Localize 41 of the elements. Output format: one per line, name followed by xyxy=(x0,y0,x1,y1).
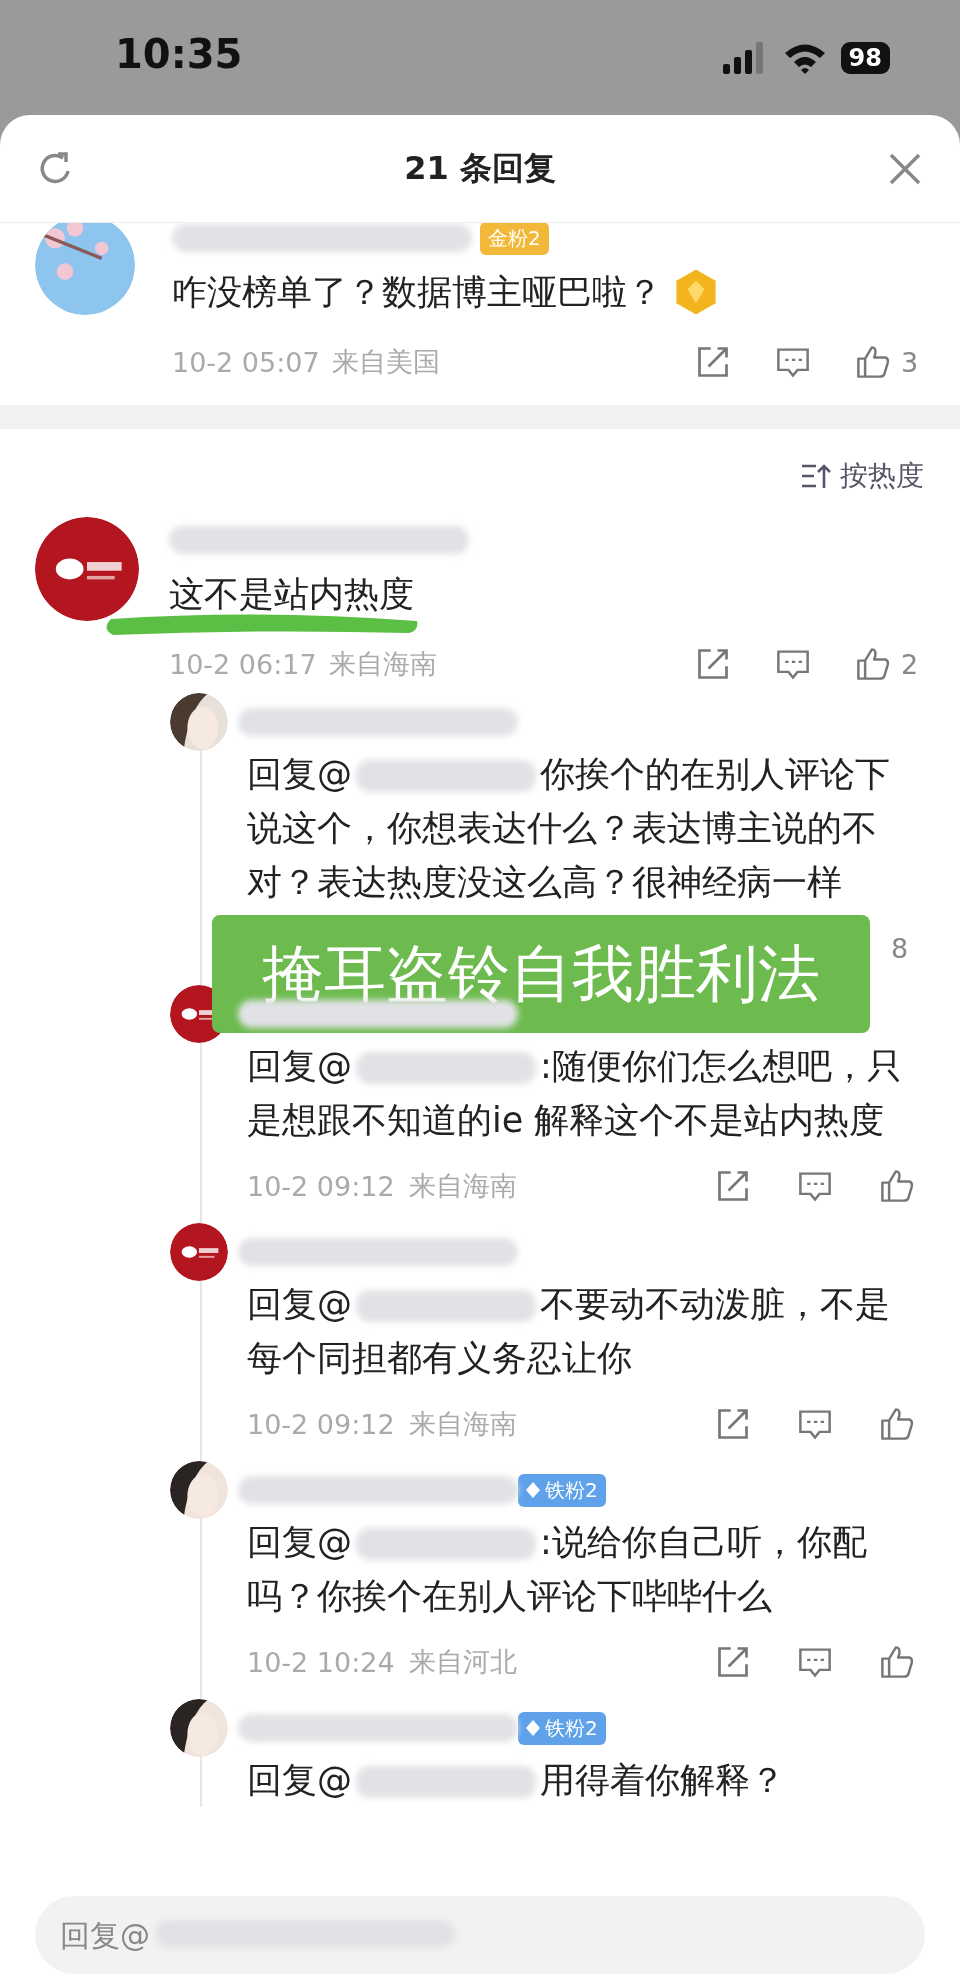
sheet-title: 21 条回复 xyxy=(404,147,556,189)
reply-text: 回复@ 不要动不动泼脏，不是每个同担都有义务忍让你 xyxy=(247,1283,891,1380)
comment-text: 这不是站内热度 xyxy=(169,572,414,616)
fan-badge: 铁粉2 xyxy=(518,1711,606,1745)
comment-location: 来自美国 xyxy=(331,345,440,379)
like-count: 8 xyxy=(891,932,910,964)
like-icon[interactable] xyxy=(879,1644,915,1680)
reply-text: 回复@ 你挨个的在别人评论下说这个，你想表达什么？表达博主说的不对？表达热度没这么高？很神经病一样 xyxy=(247,753,891,904)
status-time: 10:35 xyxy=(115,30,243,77)
comment-time: 10-2 09:12 xyxy=(247,1408,395,1440)
sort-button[interactable]: 按热度 xyxy=(800,457,924,495)
share-icon[interactable] xyxy=(695,646,731,682)
comment-location: 来自海南 xyxy=(408,1169,517,1203)
sort-icon xyxy=(800,462,832,490)
comment-location: 来自海南 xyxy=(408,1407,517,1441)
like-count: 3 xyxy=(901,346,920,378)
comment-time: 10-2 09:12 xyxy=(247,1170,395,1202)
like-icon[interactable] xyxy=(879,1406,915,1442)
fan-badge: 金粉2 xyxy=(480,223,549,255)
battery-icon: 98 xyxy=(840,41,890,74)
comment-location: 来自海南 xyxy=(328,647,437,681)
share-icon[interactable] xyxy=(715,1168,751,1204)
caption-banner: 掩耳盗铃自我胜利法 xyxy=(212,915,870,1033)
share-icon[interactable] xyxy=(715,1406,751,1442)
like-count: 2 xyxy=(901,648,920,680)
comment-location: 来自河北 xyxy=(408,1645,517,1679)
reply-text: 回复@ :说给你自己听，你配吗？你挨个在别人评论下哔哔什么 xyxy=(247,1521,868,1618)
like-icon[interactable] xyxy=(879,1168,915,1204)
fan-badge: 铁粉2 xyxy=(518,1473,606,1507)
comment-time: 10-2 10:24 xyxy=(247,1646,395,1678)
reply-text: 回复@ 用得着你解释？ xyxy=(247,1759,786,1802)
comment-time: 10-2 05:07 xyxy=(172,346,320,378)
diamond-icon xyxy=(526,1482,540,1498)
comment-text: 咋没榜单了？数据博主哑巴啦？ xyxy=(172,270,662,314)
reply-text: 回复@ :随便你们怎么想吧，只是想跟不知道的ie 解释这个不是站内热度 xyxy=(247,1045,903,1142)
like-icon[interactable] xyxy=(855,646,891,682)
diamond-icon xyxy=(526,1720,540,1736)
share-icon[interactable] xyxy=(695,344,731,380)
like-icon[interactable] xyxy=(855,344,891,380)
share-icon[interactable] xyxy=(715,1644,751,1680)
comment-time: 10-2 06:17 xyxy=(169,648,317,680)
